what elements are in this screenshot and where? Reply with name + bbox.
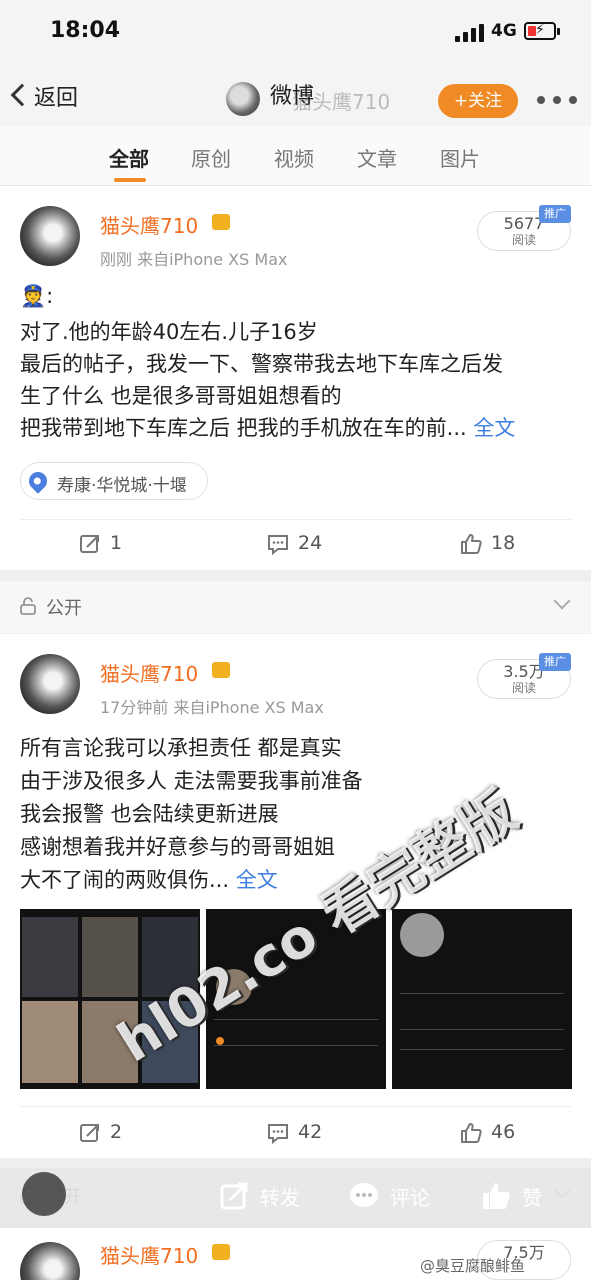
bottom-repost-button[interactable]: 转发	[260, 1182, 300, 1211]
back-label: 返回	[34, 86, 79, 111]
username[interactable]: 猫头鹰710	[100, 1240, 198, 1269]
comment-icon	[268, 1124, 288, 1145]
tab-all[interactable]: 全部	[109, 143, 149, 172]
visibility-label: 公开	[46, 598, 82, 619]
read-count-label: 阅读	[511, 681, 536, 695]
post-card-1: 猫头鹰710 刚刚 来自iPhone XS Max 5677 阅读 推广 👮: …	[0, 186, 591, 570]
location-label: 寿康·华悦城·十堰	[57, 476, 187, 496]
tab-video[interactable]: 视频	[274, 143, 314, 172]
post-text-line: 我会报警 也会陆续更新进展	[20, 802, 279, 826]
tab-article[interactable]: 文章	[357, 143, 397, 172]
post-text-line: 对了.他的年龄40左右.儿子16岁	[20, 320, 318, 344]
post-text-line: 由于涉及很多人 走法需要我事前准备	[20, 769, 363, 793]
post-meta: 17分钟前 来自iPhone XS Max	[100, 698, 324, 717]
read-count-label: 阅读	[511, 233, 536, 247]
promo-badge[interactable]: 推广	[539, 653, 571, 671]
avatar[interactable]	[20, 206, 80, 266]
tab-original[interactable]: 原创	[191, 143, 231, 172]
repost-icon	[80, 1124, 99, 1142]
avatar[interactable]	[20, 654, 80, 714]
location-tag[interactable]: 寿康·华悦城·十堰	[20, 462, 208, 500]
promo-badge[interactable]: 推广	[539, 205, 571, 223]
post-text-line: 感谢想着我并好意参与的哥哥姐姐	[20, 835, 335, 859]
signal-icon	[455, 24, 485, 42]
comment-count: 42	[298, 1121, 323, 1143]
follow-button[interactable]: +关注	[438, 84, 518, 118]
repost-count: 2	[110, 1121, 123, 1143]
lock-icon	[20, 597, 36, 615]
like-count: 46	[491, 1121, 516, 1143]
floating-circle-button[interactable]	[22, 1172, 66, 1216]
crown-badge-icon	[212, 214, 230, 230]
bottom-like-button[interactable]: 赞	[522, 1182, 542, 1211]
comment-icon	[350, 1183, 378, 1207]
username[interactable]: 猫头鹰710	[100, 658, 198, 687]
crown-badge-icon	[212, 1244, 230, 1260]
location-pin-icon	[25, 468, 51, 494]
thumbs-up-icon	[461, 1123, 482, 1143]
post-image[interactable]	[392, 909, 572, 1089]
status-time: 18:04	[50, 18, 121, 43]
divider	[20, 1106, 571, 1107]
post-text-line: 生了什么 也是很多哥哥姐姐想看的	[20, 384, 342, 408]
bottom-comment-button[interactable]: 评论	[390, 1182, 430, 1211]
post-meta: 刚刚 来自iPhone XS Max	[100, 250, 288, 269]
post-text-line: 👮:	[20, 284, 54, 308]
tab-image[interactable]: 图片	[440, 143, 480, 172]
post-text-line: 大不了闹的两败俱伤... 全文	[20, 864, 278, 894]
chevron-left-icon	[10, 83, 34, 107]
nav-title: 微博	[270, 84, 315, 109]
visibility-row[interactable]: 公开	[0, 581, 591, 633]
comment-icon	[268, 535, 288, 556]
thumbs-up-icon	[483, 1183, 510, 1209]
post-text-line: 把我带到地下车库之后 把我的手机放在车的前... 全文	[20, 412, 515, 442]
chevron-down-icon[interactable]	[553, 592, 571, 610]
username[interactable]: 猫头鹰710	[100, 210, 198, 239]
credit-watermark: @臭豆腐酿鲱鱼	[420, 1257, 526, 1275]
more-icon[interactable]	[537, 96, 577, 106]
thumbs-up-icon	[461, 534, 482, 554]
tab-bar: 全部 原创 视频 文章 图片	[0, 126, 591, 186]
post-text-excerpt: 大不了闹的两败俱伤...	[20, 868, 230, 892]
post-text-line: 所有言论我可以承担责任 都是真实	[20, 736, 342, 760]
repost-icon	[80, 535, 99, 553]
repost-icon	[220, 1182, 248, 1210]
like-count: 18	[491, 532, 516, 554]
battery-icon: ⚡	[524, 22, 560, 40]
divider	[20, 519, 571, 520]
post-text-excerpt: 把我带到地下车库之后 把我的手机放在车的前...	[20, 416, 467, 440]
repost-count: 1	[110, 532, 123, 554]
status-bar: 18:04 4G ⚡	[0, 0, 591, 66]
full-text-link[interactable]: 全文	[236, 868, 278, 892]
comment-count: 24	[298, 532, 323, 554]
post-text-line: 最后的帖子，我发一下、警察带我去地下车库之后发	[20, 352, 503, 376]
avatar[interactable]	[20, 1242, 80, 1280]
nav-avatar[interactable]	[226, 82, 260, 116]
back-button[interactable]: 返回	[10, 80, 79, 112]
crown-badge-icon	[212, 662, 230, 678]
full-text-link[interactable]: 全文	[473, 416, 515, 440]
tab-indicator	[114, 178, 146, 182]
bottom-action-bar: 转发 评论 赞	[0, 1168, 591, 1228]
network-type: 4G	[491, 21, 517, 41]
